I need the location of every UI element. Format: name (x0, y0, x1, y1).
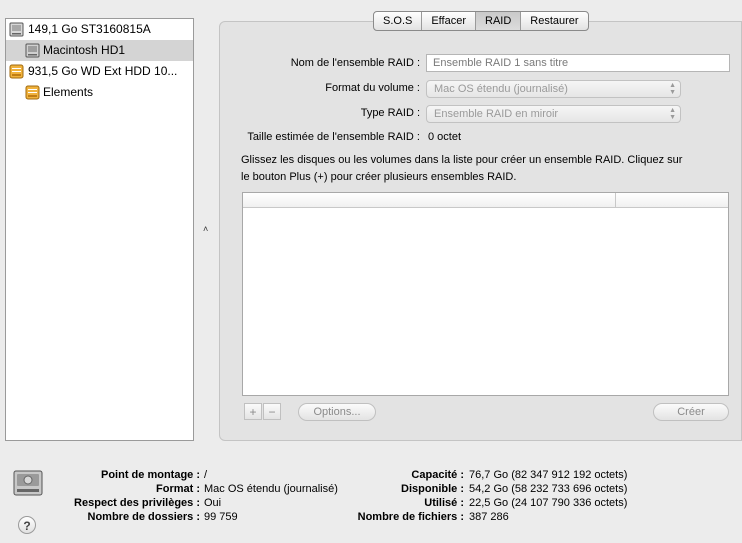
list-header (243, 193, 728, 208)
used-label: Utilisé : (424, 497, 464, 509)
privileges-value: Oui (204, 497, 222, 509)
volume-format-popup[interactable]: Mac OS étendu (journalisé) ▲ ▼ (426, 80, 681, 98)
raid-members-list[interactable] (242, 192, 729, 396)
tab-bar: S.O.S Effacer RAID Restaurer (373, 11, 589, 31)
folder-count-value: 99 759 (204, 511, 238, 523)
tab-effacer[interactable]: Effacer (422, 12, 476, 30)
estimated-size-value: 0 octet (428, 131, 462, 143)
capacity-label: Capacité : (411, 469, 464, 481)
volume-item-elements[interactable]: Elements (6, 82, 193, 103)
external-volume-icon (25, 85, 40, 100)
file-count-value: 387 286 (469, 511, 509, 523)
remove-raid-button[interactable]: − (263, 403, 281, 420)
disk-item-label: Elements (43, 85, 94, 99)
selected-disk-icon (12, 467, 44, 502)
tab-raid[interactable]: RAID (476, 12, 522, 30)
raid-name-field[interactable]: Ensemble RAID 1 sans titre (426, 54, 730, 72)
estimated-size-label: Taille estimée de l'ensemble RAID : (247, 131, 420, 143)
column-separator (615, 193, 616, 207)
used-value: 22,5 Go (24 107 790 336 octets) (469, 497, 628, 509)
volume-format-value: Mac OS étendu (journalisé) (434, 83, 568, 95)
disk-list[interactable]: 149,1 Go ST3160815A Macintosh HD1 931,5 … (5, 18, 194, 441)
raid-name-label: Nom de l'ensemble RAID : (290, 57, 420, 69)
raid-instructions-line-1: Glissez les disques ou les volumes dans … (241, 154, 683, 166)
raid-type-value: Ensemble RAID en miroir (434, 108, 559, 120)
volume-icon (25, 43, 40, 58)
available-value: 54,2 Go (58 232 733 696 octets) (469, 483, 628, 495)
volume-format-label: Format du volume : (325, 82, 420, 94)
help-button[interactable]: ? (18, 516, 36, 534)
raid-type-popup[interactable]: Ensemble RAID en miroir ▲ ▼ (426, 105, 681, 123)
popup-arrows-icon: ▲ ▼ (669, 107, 676, 121)
mount-point-value: / (204, 469, 208, 481)
disk-item-label: 149,1 Go ST3160815A (28, 22, 151, 36)
available-label: Disponible : (401, 483, 464, 495)
external-disk-icon (9, 64, 24, 79)
disk-item-st3160815a[interactable]: 149,1 Go ST3160815A (6, 19, 193, 40)
tab-sos[interactable]: S.O.S (374, 12, 423, 30)
options-button[interactable]: Options... (298, 403, 376, 421)
raid-type-label: Type RAID : (360, 107, 420, 119)
mount-point-label: Point de montage : (101, 469, 200, 481)
create-button[interactable]: Créer (653, 403, 729, 421)
capacity-value: 76,7 Go (82 347 912 192 octets) (469, 469, 628, 481)
disk-item-wd-ext-hdd[interactable]: 931,5 Go WD Ext HDD 10... (6, 61, 193, 82)
privileges-label: Respect des privilèges : (74, 497, 200, 509)
popup-arrows-icon: ▲ ▼ (669, 82, 676, 96)
tab-restaurer[interactable]: Restaurer (521, 12, 587, 30)
add-raid-button[interactable]: + (244, 403, 262, 420)
disk-item-label: 931,5 Go WD Ext HDD 10... (28, 64, 178, 78)
internal-disk-icon (9, 22, 24, 37)
disk-item-label: Macintosh HD1 (43, 43, 126, 57)
format-label: Format : (156, 483, 200, 495)
folder-count-label: Nombre de dossiers : (87, 511, 200, 523)
splitter-handle-icon[interactable]: ˄ (203, 224, 208, 234)
raid-instructions-line-2: le bouton Plus (+) pour créer plusieurs … (241, 171, 517, 183)
format-value: Mac OS étendu (journalisé) (204, 483, 338, 495)
volume-item-macintosh-hd1[interactable]: Macintosh HD1 (6, 40, 193, 61)
file-count-label: Nombre de fichiers : (357, 511, 464, 523)
